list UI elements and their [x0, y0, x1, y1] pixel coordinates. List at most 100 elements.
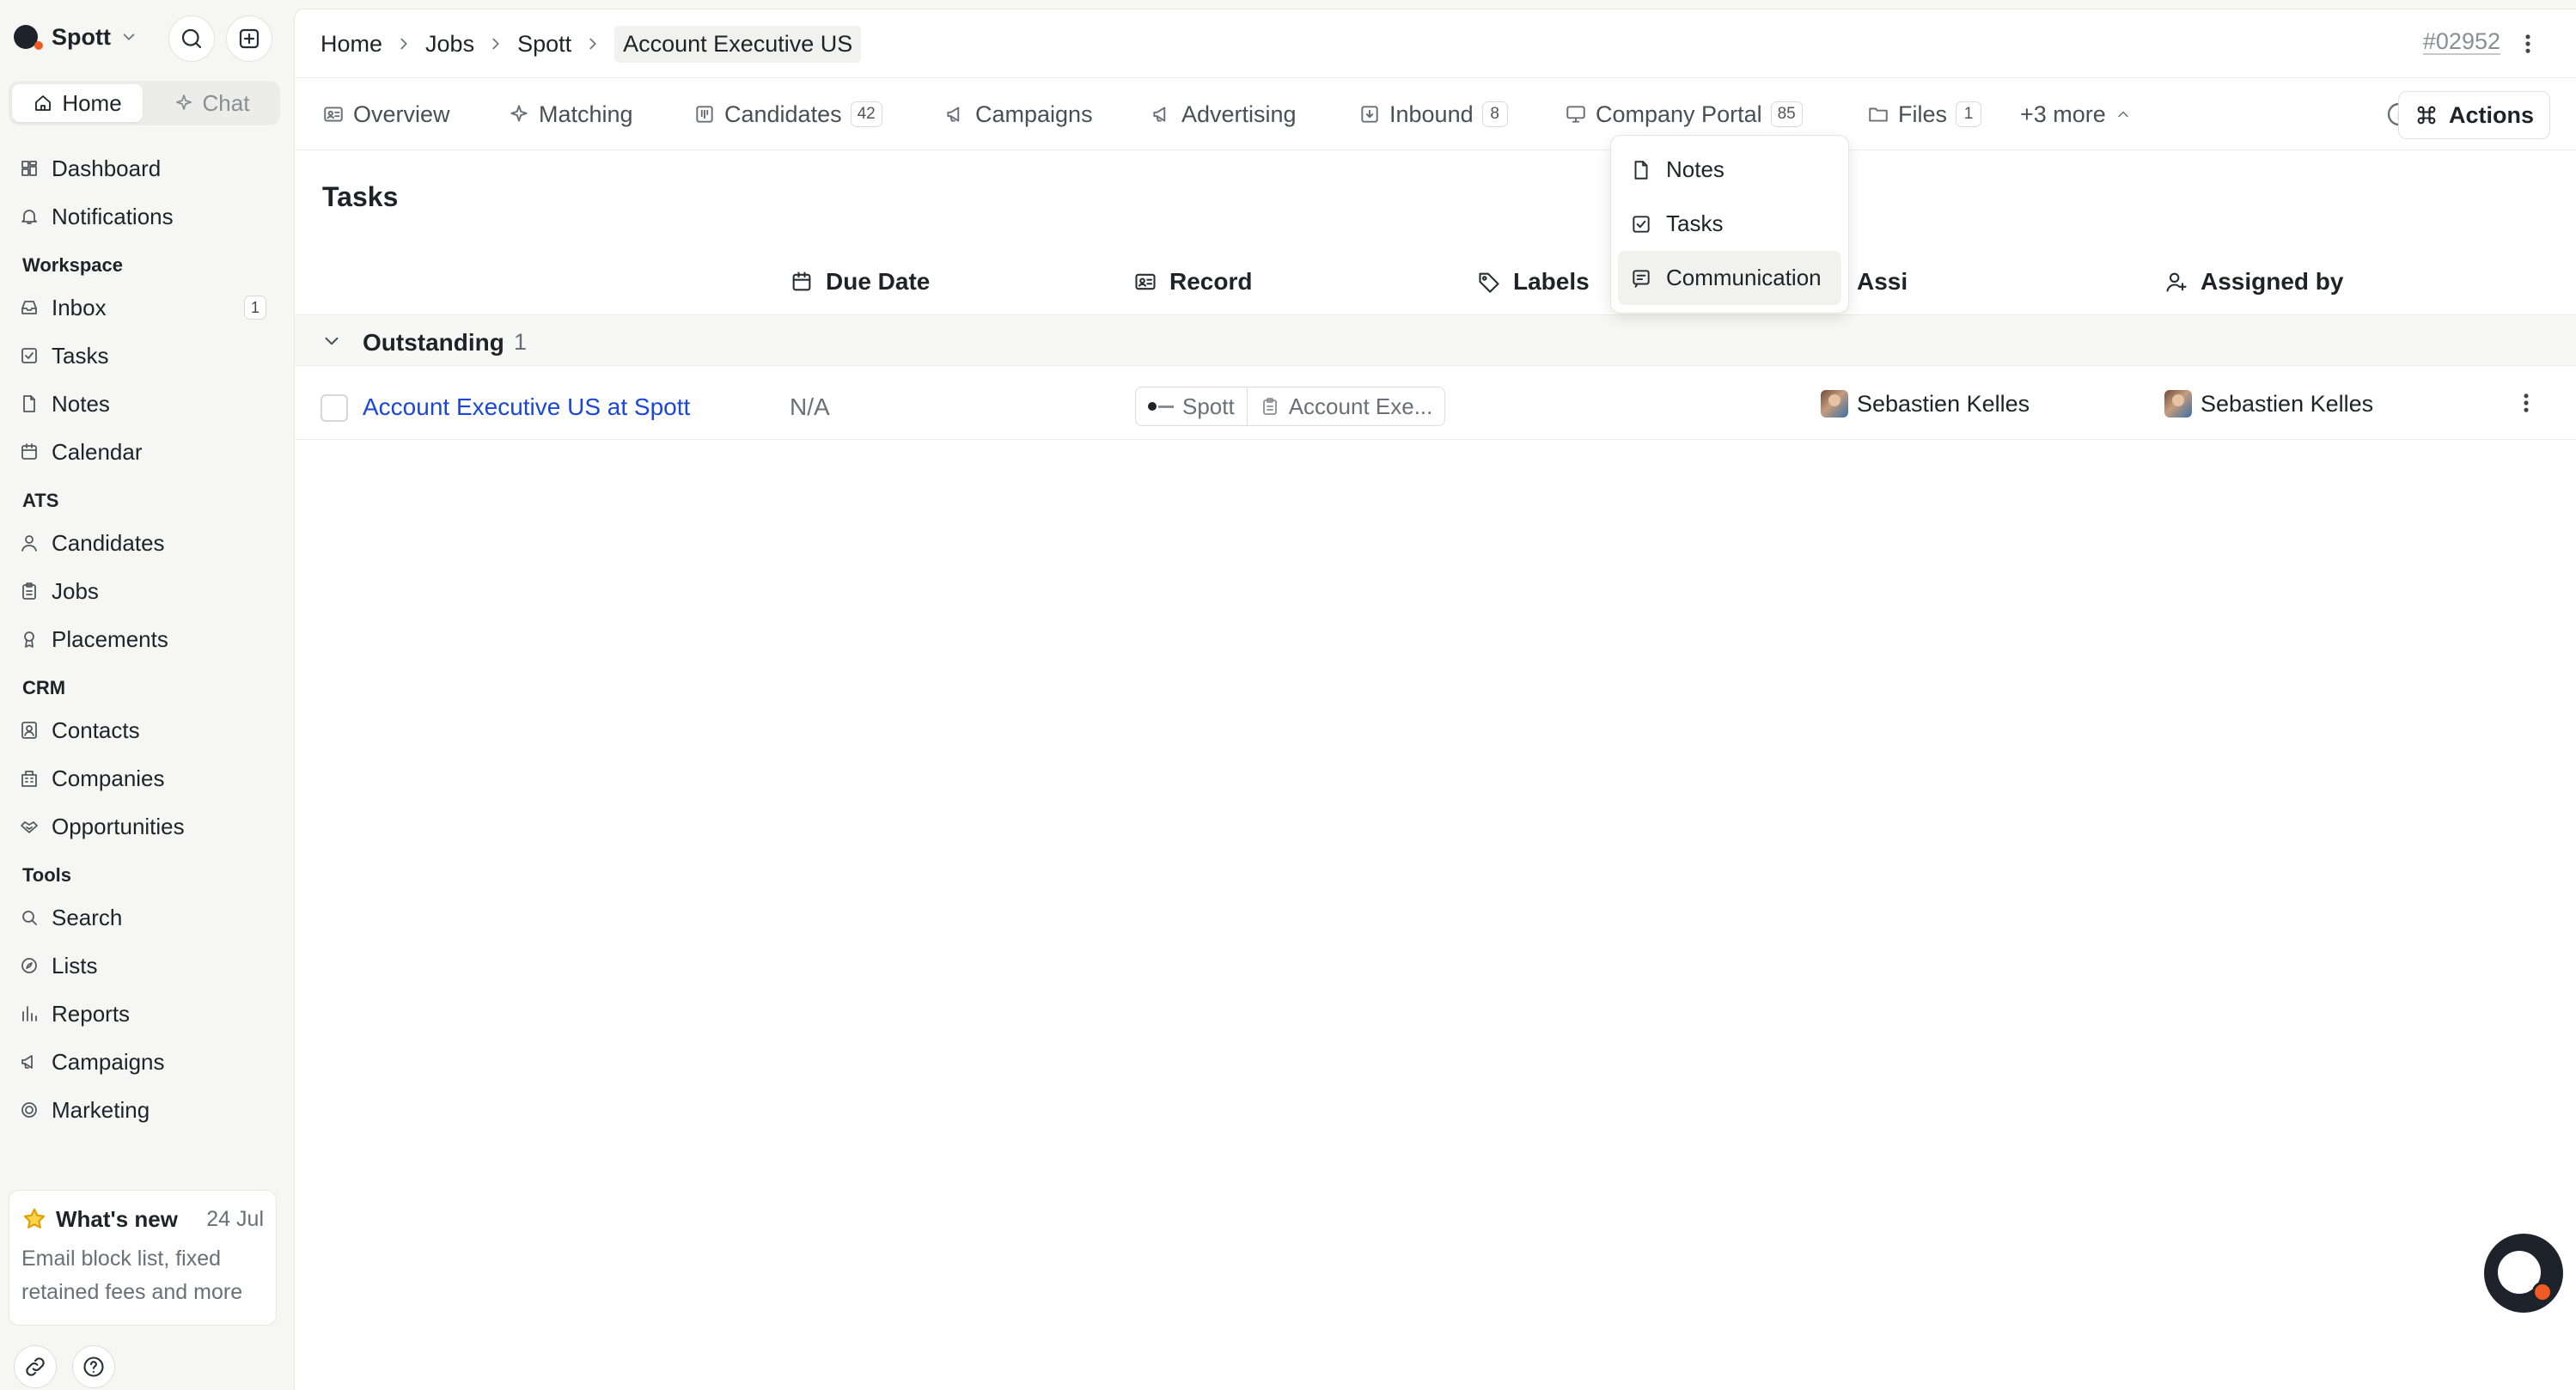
- sidebar-item-campaigns[interactable]: Campaigns: [0, 1038, 294, 1086]
- column-labels[interactable]: Labels: [1477, 254, 1590, 309]
- column-record[interactable]: Record: [1133, 254, 1252, 309]
- chevron-down-icon[interactable]: [320, 330, 343, 352]
- actions-button[interactable]: Actions: [2397, 91, 2550, 139]
- section-crm: CRM: [22, 677, 66, 698]
- sidebar-item-jobs[interactable]: Jobs: [0, 567, 294, 615]
- sidebar-item-contacts[interactable]: Contacts: [0, 706, 294, 754]
- breadcrumb-current[interactable]: Account Executive US: [614, 25, 862, 63]
- command-icon: [2414, 103, 2439, 127]
- chevron-right-icon: [583, 34, 602, 53]
- sidebar-item-lists[interactable]: Lists: [0, 942, 294, 990]
- building-icon: [19, 768, 40, 789]
- table-row[interactable]: Account Executive US at Spott N/A Spott …: [295, 366, 2576, 440]
- whats-new-title: What's new: [56, 1205, 178, 1232]
- sidebar-item-notifications[interactable]: Notifications: [0, 192, 294, 241]
- menu-item-communication[interactable]: Communication: [1618, 251, 1841, 305]
- section-workspace: Workspace: [22, 254, 123, 276]
- whats-new-header: What's new 24 Jul: [21, 1204, 264, 1234]
- tab-candidates[interactable]: Candidates 42: [693, 78, 882, 150]
- tab-files[interactable]: Files 1: [1867, 78, 1982, 150]
- help-icon: [82, 1355, 106, 1379]
- menu-item-tasks[interactable]: Tasks: [1618, 197, 1841, 251]
- sidebar-item-notes[interactable]: Notes: [0, 380, 294, 428]
- sidebar-item-marketing[interactable]: Marketing: [0, 1086, 294, 1134]
- record-chip-company[interactable]: Spott: [1136, 387, 1247, 425]
- breadcrumb-jobs[interactable]: Jobs: [425, 31, 474, 58]
- tab-label: Advertising: [1181, 101, 1297, 127]
- record-id[interactable]: #02952: [2423, 28, 2500, 55]
- chat-tab[interactable]: Chat: [146, 84, 277, 122]
- kanban-icon: [693, 103, 716, 125]
- sidebar-item-calendar[interactable]: Calendar: [0, 428, 294, 476]
- create-button[interactable]: [226, 15, 272, 62]
- chip-label: Spott: [1182, 393, 1235, 419]
- dashboard-icon: [19, 158, 40, 179]
- task-title-link[interactable]: Account Executive US at Spott: [363, 393, 690, 421]
- home-tab[interactable]: Home: [12, 84, 143, 122]
- whats-new-date: 24 Jul: [206, 1206, 264, 1231]
- sidebar-item-label: Companies: [52, 765, 165, 791]
- sidebar-item-label: Opportunities: [52, 813, 185, 839]
- breadcrumb-company[interactable]: Spott: [517, 31, 571, 58]
- sidebar-item-opportunities[interactable]: Opportunities: [0, 802, 294, 850]
- sidebar-item-label: Lists: [52, 952, 98, 978]
- tab-inbound[interactable]: Inbound 8: [1358, 78, 1508, 150]
- tab-label: Candidates: [724, 101, 842, 127]
- main-panel: Home Jobs Spott Account Executive US #02…: [294, 9, 2576, 1390]
- menu-item-notes[interactable]: Notes: [1618, 143, 1841, 197]
- sidebar-item-reports[interactable]: Reports: [0, 990, 294, 1038]
- monitor-icon: [1565, 103, 1587, 125]
- sidebar-item-label: Dashboard: [52, 155, 162, 181]
- assigned-by-user[interactable]: Sebastien Kelles: [2164, 390, 2373, 418]
- workspace-switcher[interactable]: Spott: [14, 15, 138, 58]
- sidebar-item-search[interactable]: Search: [0, 893, 294, 942]
- inbox-icon: [19, 297, 40, 318]
- message-icon: [1630, 267, 1652, 290]
- menu-item-label: Notes: [1666, 156, 1724, 182]
- record-tabs: Overview Matching Candidates 42 Campaign…: [295, 78, 2576, 150]
- page-title: Tasks: [322, 181, 399, 212]
- tab-count: 85: [1770, 101, 1803, 127]
- document-icon: [1630, 159, 1652, 181]
- sidebar-item-candidates[interactable]: Candidates: [0, 519, 294, 567]
- target-icon: [19, 1100, 40, 1120]
- tab-campaigns[interactable]: Campaigns: [944, 78, 1093, 150]
- tab-more[interactable]: +3 more: [2020, 78, 2132, 150]
- column-assigned-by[interactable]: Assigned by: [2164, 254, 2343, 309]
- more-vertical-icon[interactable]: [2516, 32, 2540, 56]
- home-chat-toggle: Home Chat: [9, 81, 280, 125]
- download-box-icon: [1358, 103, 1381, 125]
- more-vertical-icon[interactable]: [2514, 391, 2538, 415]
- tab-matching[interactable]: Matching: [508, 78, 633, 150]
- whats-new-card[interactable]: What's new 24 Jul Email block list, fixe…: [9, 1190, 277, 1326]
- task-checkbox[interactable]: [320, 394, 348, 422]
- sidebar-item-dashboard[interactable]: Dashboard: [0, 144, 294, 192]
- sidebar-item-tasks[interactable]: Tasks: [0, 332, 294, 380]
- menu-item-label: Communication: [1666, 265, 1822, 290]
- sidebar-item-label: Campaigns: [52, 1048, 165, 1075]
- support-chat-button[interactable]: [2484, 1234, 2563, 1313]
- assigned-to-user[interactable]: Sebastien Kelles: [1821, 390, 2030, 418]
- tab-count: 42: [850, 101, 882, 127]
- record-chip-job[interactable]: Account Exe...: [1246, 387, 1445, 425]
- megaphone-icon: [944, 103, 967, 125]
- sidebar-item-label: Placements: [52, 625, 168, 652]
- sidebar-item-label: Search: [52, 904, 123, 930]
- sidebar-item-inbox[interactable]: Inbox 1: [0, 283, 294, 332]
- sidebar-item-placements[interactable]: Placements: [0, 615, 294, 663]
- chat-indicator: [2532, 1282, 2553, 1302]
- copy-link-button[interactable]: [14, 1345, 57, 1388]
- tab-advertising[interactable]: Advertising: [1151, 78, 1297, 150]
- home-tab-label: Home: [62, 89, 122, 116]
- sidebar-item-companies[interactable]: Companies: [0, 754, 294, 802]
- sidebar-item-label: Calendar: [52, 438, 143, 465]
- search-button[interactable]: [168, 15, 215, 62]
- group-header-outstanding[interactable]: Outstanding 1: [295, 314, 2576, 366]
- column-due-date[interactable]: Due Date: [790, 254, 930, 309]
- breadcrumb-home[interactable]: Home: [320, 31, 382, 58]
- help-button[interactable]: [72, 1345, 115, 1388]
- tab-overview[interactable]: Overview: [322, 78, 450, 150]
- chip-label: Account Exe...: [1288, 393, 1433, 419]
- actions-label: Actions: [2448, 101, 2534, 128]
- contact-icon: [19, 720, 40, 741]
